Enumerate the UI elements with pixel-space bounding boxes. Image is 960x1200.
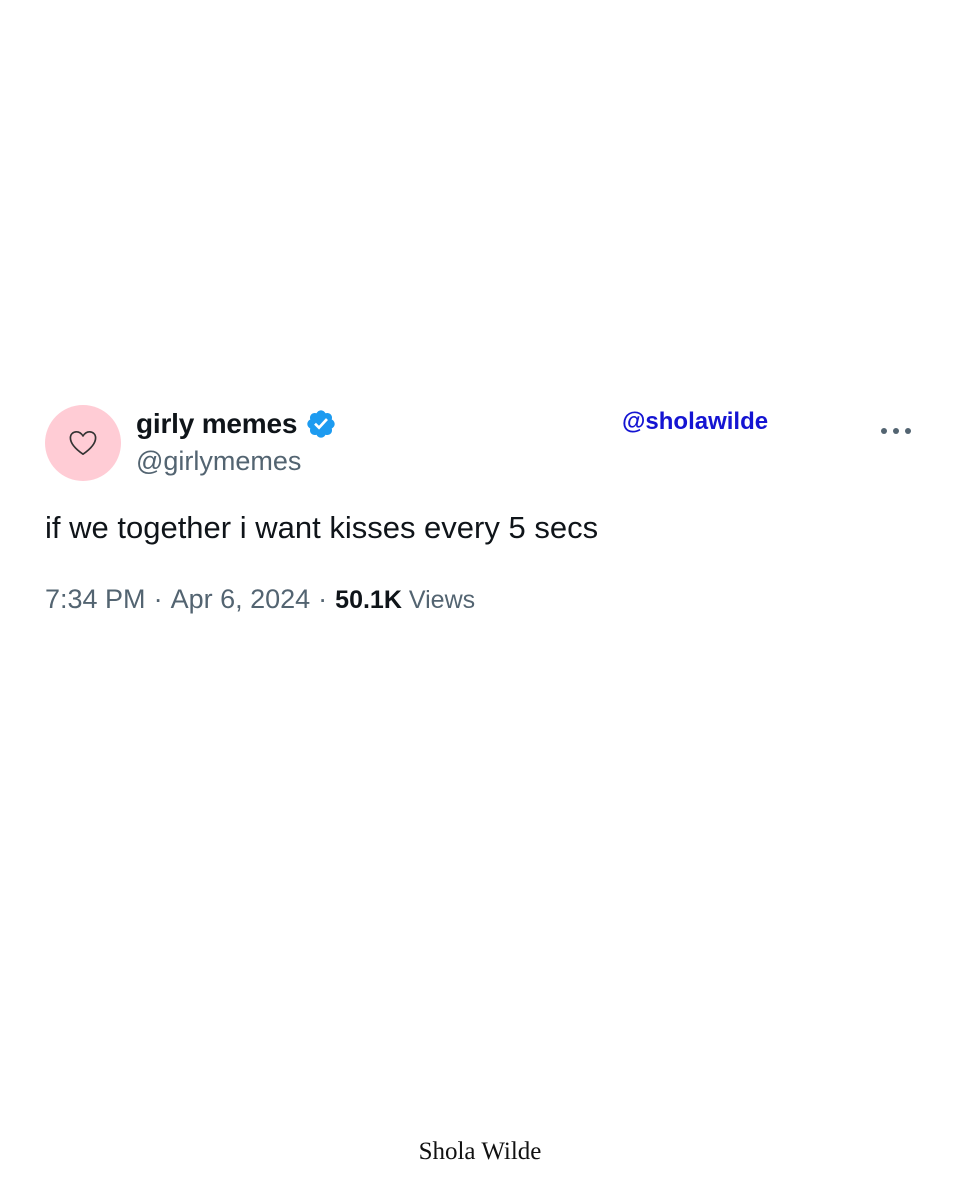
- tweet-metadata: 7:34 PM · Apr 6, 2024 · 50.1K Views: [45, 584, 475, 615]
- tweet-time[interactable]: 7:34 PM: [45, 584, 146, 615]
- tweet-card: girly memes @girlymemes @sholawilde if w…: [0, 0, 960, 1200]
- tweet-date[interactable]: Apr 6, 2024: [171, 584, 311, 615]
- more-dots-icon: [881, 428, 911, 434]
- separator-dot: ·: [153, 584, 163, 614]
- separator-dot: ·: [318, 584, 328, 614]
- watermark-handle: @sholawilde: [622, 408, 769, 435]
- views-count[interactable]: 50.1K: [335, 586, 402, 615]
- author-name-row: girly memes: [136, 406, 337, 442]
- author-handle[interactable]: @girlymemes: [136, 446, 301, 477]
- heart-outline-icon: [69, 430, 97, 456]
- display-name[interactable]: girly memes: [136, 408, 297, 440]
- views-label: Views: [408, 586, 476, 614]
- more-options-button[interactable]: [876, 416, 916, 446]
- verified-badge-icon: [307, 410, 335, 438]
- avatar[interactable]: [45, 405, 121, 481]
- tweet-text: if we together i want kisses every 5 sec…: [45, 510, 599, 545]
- footer-signature: Shola Wilde: [418, 1138, 542, 1165]
